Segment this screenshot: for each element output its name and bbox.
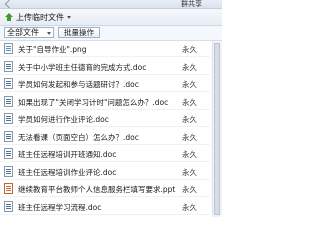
scrollbar-thumb[interactable] [214,43,220,215]
file-name[interactable]: 班主任远程学习流程.doc [18,202,178,213]
file-expiry: 永久 [182,167,197,177]
doc-file-icon [4,60,13,72]
file-filter-value: 全部文件 [7,28,39,37]
upload-toolbar: 上传临时文件 [0,9,222,26]
file-row[interactable]: 关于"自导作业".png 永久 [0,41,210,57]
doc-file-icon [4,148,13,159]
ppt-file-icon [4,183,13,194]
file-row[interactable]: 学员如何进行作业评论.doc 永久 [0,111,210,127]
file-expiry: 永久 [182,115,197,124]
file-row[interactable]: 班主任远程培训作业评论.doc 永久 [0,164,210,180]
file-list: 关于"自导作业".png 永久 关于中小学班主任德育的完成方式.doc 永久 学员如何发… [0,41,222,217]
chevron-down-icon [67,15,71,19]
file-name[interactable]: 关于中小学班主任德育的完成方式.doc [18,62,178,73]
batch-operation-button[interactable]: 批量操作 [58,27,100,38]
doc-file-icon [4,130,13,142]
file-row[interactable]: 继续教育平台教师个人信息服务栏填写要求.ppt 永久 [0,181,210,197]
file-expiry: 永久 [182,150,197,159]
doc-file-icon [4,95,13,107]
doc-file-icon [4,165,13,177]
file-expiry: 永久 [182,185,197,194]
file-row[interactable]: 无法看课（页面空白）怎么办？.doc 永久 [0,129,210,145]
file-name[interactable]: 如果出现了"关闭学习计时"问题怎么办？.doc [18,97,178,108]
group-share-title: 群共享 [181,0,202,8]
file-row[interactable]: 班主任远程培训开班通知.doc 永久 [0,146,210,162]
doc-file-icon [4,113,13,124]
file-expiry: 永久 [182,97,197,107]
upload-temp-file-button[interactable]: 上传临时文件 [4,11,71,23]
upload-label: 上传临时文件 [16,12,64,22]
file-expiry: 永久 [182,80,197,89]
file-name[interactable]: 班主任远程培训作业评论.doc [18,167,178,178]
file-row[interactable]: 关于中小学班主任德育的完成方式.doc 永久 [0,59,210,75]
file-list-scrollbar[interactable] [212,41,222,217]
doc-file-icon [4,200,13,212]
file-expiry: 永久 [182,45,197,54]
file-row[interactable]: 班主任远程学习流程.doc 永久 [0,199,210,215]
file-name[interactable]: 班主任远程培训开班通知.doc [18,149,178,160]
file-expiry: 永久 [182,132,197,142]
png-file-icon [4,43,13,54]
file-name[interactable]: 关于"自导作业".png [18,44,178,55]
top-bar: 群共享 [0,0,222,9]
file-name[interactable]: 无法看课（页面空白）怎么办？.doc [18,132,178,143]
file-name[interactable]: 学员如何进行作业评论.doc [18,114,178,125]
chevron-down-icon [47,32,51,35]
upload-arrow-icon [4,12,14,22]
file-row[interactable]: 学员如何发起和参与话题研讨？.doc 永久 [0,76,210,92]
filter-bar: 全部文件 批量操作 [0,26,222,41]
chevron-left-icon[interactable] [4,0,14,9]
file-name[interactable]: 学员如何发起和参与话题研讨？.doc [18,79,178,90]
doc-file-icon [4,78,13,89]
file-row[interactable]: 如果出现了"关闭学习计时"问题怎么办？.doc 永久 [0,94,210,110]
file-expiry: 永久 [182,202,197,212]
file-name[interactable]: 继续教育平台教师个人信息服务栏填写要求.ppt [18,184,178,195]
file-expiry: 永久 [182,62,197,72]
file-filter-select[interactable]: 全部文件 [4,27,54,38]
